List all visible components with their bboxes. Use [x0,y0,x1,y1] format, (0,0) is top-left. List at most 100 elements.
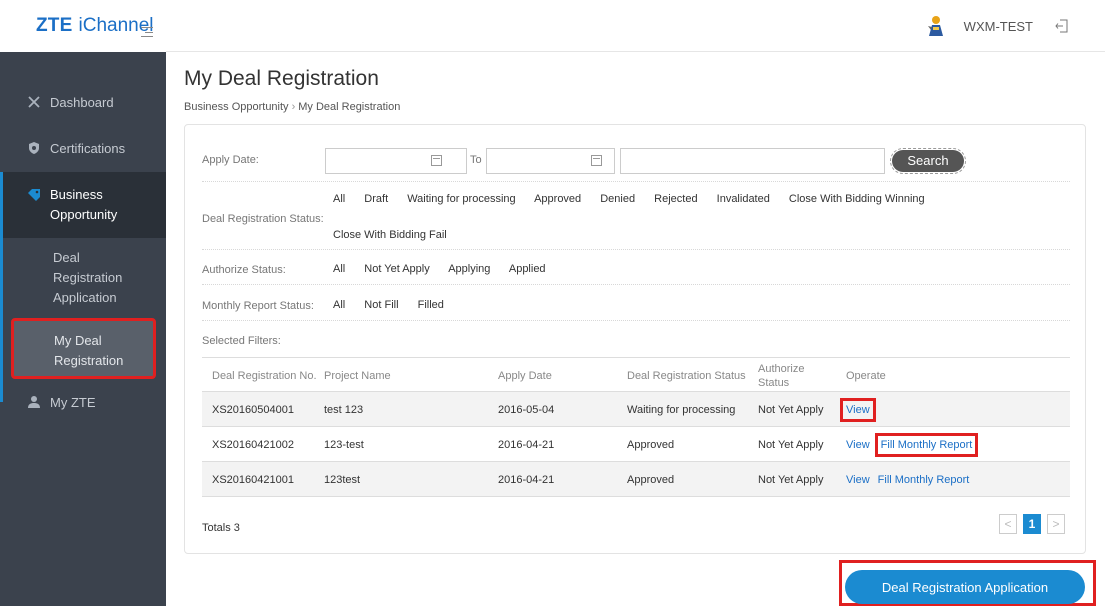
totals-count: Totals 3 [202,522,240,534]
calendar-icon[interactable] [431,155,442,166]
selected-filters-row: Selected Filters: [202,321,1070,357]
shield-icon [29,142,39,154]
apply-date-to-input[interactable] [486,148,615,174]
deal-registration-application-button[interactable]: Deal Registration Application [845,570,1085,604]
to-label: To [470,154,482,166]
sidebar-subitem-my-deal-registration[interactable]: My Deal Registration [11,318,156,379]
top-header: ZTE iChannel WXM-TEST [0,0,1105,52]
filter-option-applying[interactable]: Applying [448,263,490,275]
breadcrumb: Business Opportunity › My Deal Registratio… [184,101,400,113]
search-button[interactable]: Search [890,148,966,174]
sidebar-item-label: My ZTE [50,395,96,410]
prev-page-button[interactable]: < [999,514,1017,534]
breadcrumb-item[interactable]: Business Opportunity [184,101,289,113]
cell-authorize: Not Yet Apply [758,473,824,486]
authorize-status-label: Authorize Status: [202,264,286,276]
deal-status-label: Deal Registration Status: [202,213,324,225]
table-row: XS20160421001 123test 2016-04-21 Approve… [202,462,1070,497]
user-name[interactable]: WXM-TEST [964,19,1033,34]
cell-no: XS20160421002 [212,438,294,451]
filter-option-rejected[interactable]: Rejected [654,193,697,205]
selected-filters-label: Selected Filters: [202,335,281,347]
monthly-report-label: Monthly Report Status: [202,300,314,312]
breadcrumb-item: My Deal Registration [298,101,401,113]
cell-status: Approved [627,473,675,486]
cell-project: test 123 [324,403,364,416]
search-input[interactable] [620,148,885,174]
filter-option-applied[interactable]: Applied [509,263,546,275]
page-title: My Deal Registration [184,67,379,90]
filter-option-draft[interactable]: Draft [364,193,388,205]
filter-option-filled[interactable]: Filled [418,299,444,311]
filter-option-approved[interactable]: Approved [534,193,581,205]
user-icon [28,396,40,408]
deal-status-options-row2: Close With Bidding Fail [333,229,463,241]
sidebar-item-label: Certifications [50,141,126,156]
deal-status-options: All Draft Waiting for processing Approve… [333,193,941,205]
filter-option-denied[interactable]: Denied [600,193,635,205]
apply-date-from-input[interactable] [325,148,467,174]
cell-status: Approved [627,438,675,451]
sidebar-item-dashboard[interactable]: Dashboard [27,95,114,110]
cell-status: Waiting for processing [627,403,736,416]
sidebar-subitem-label: My Deal Registration [54,333,124,368]
fill-report-highlight: Fill Monthly Report [874,432,979,457]
view-link-highlight: View [840,397,876,422]
col-header-date: Apply Date [498,369,552,382]
filter-option-not-fill[interactable]: Not Fill [364,299,398,311]
view-link[interactable]: View [846,438,870,452]
apply-date-label: Apply Date: [202,154,259,166]
menu-toggle-icon[interactable] [141,27,153,37]
table-row: XS20160504001 test 123 2016-05-04 Waitin… [202,392,1070,427]
sidebar-item-my-zte[interactable]: My ZTE [27,395,96,410]
cell-no: XS20160504001 [212,403,294,416]
deal-registration-table: Deal Registration No. Project Name Apply… [202,357,1070,497]
logout-icon[interactable] [1055,19,1069,33]
cell-project: 123test [324,473,361,486]
sidebar-item-certifications[interactable]: Certifications [27,141,125,156]
sidebar: Dashboard Certifications Business Opport… [0,52,166,606]
cell-date: 2016-05-04 [498,403,555,416]
sidebar-subitem-label: Deal Registration Application [53,250,123,305]
filter-option-all[interactable]: All [333,299,345,311]
table-row: XS20160421002 123-test 2016-04-21 Approv… [202,427,1070,462]
pagination: < 1 > [999,514,1065,534]
cell-operate: View Fill Monthly Report [846,462,1066,497]
sidebar-item-label: Business Opportunity [50,187,118,222]
view-link[interactable]: View [846,473,870,487]
logo[interactable]: ZTE iChannel [0,0,166,52]
next-page-button[interactable]: > [1047,514,1065,534]
cell-no: XS20160421001 [212,473,294,486]
authorize-status-row: Authorize Status: All Not Yet Apply Appl… [202,250,1070,285]
cell-authorize: Not Yet Apply [758,438,824,451]
view-link[interactable]: View [846,404,870,416]
fill-monthly-report-link[interactable]: Fill Monthly Report [881,439,973,451]
fill-monthly-report-link[interactable]: Fill Monthly Report [878,473,970,487]
deal-status-row: Deal Registration Status: All Draft Wait… [202,182,1070,250]
sidebar-subitem-deal-registration-application[interactable]: Deal Registration Application [0,248,122,308]
apply-date-row: Apply Date: To Search [202,125,1070,182]
sidebar-item-business-opportunity[interactable]: Business Opportunity [0,172,166,238]
monthly-report-row: Monthly Report Status: All Not Fill Fill… [202,285,1070,321]
calendar-icon[interactable] [591,155,602,166]
tools-icon [28,96,40,108]
sidebar-item-label: Dashboard [50,95,114,110]
authorize-status-options: All Not Yet Apply Applying Applied [333,263,562,275]
filter-option-all[interactable]: All [333,263,345,275]
filter-option-all[interactable]: All [333,193,345,205]
filter-option-bidding-fail[interactable]: Close With Bidding Fail [333,229,447,241]
monthly-report-options: All Not Fill Filled [333,299,460,311]
filter-option-invalidated[interactable]: Invalidated [717,193,770,205]
filter-option-not-yet-apply[interactable]: Not Yet Apply [364,263,429,275]
filter-panel: Apply Date: To Search Deal Registration … [184,124,1086,554]
tag-icon [28,189,40,201]
filter-option-waiting[interactable]: Waiting for processing [407,193,515,205]
filter-option-bidding-winning[interactable]: Close With Bidding Winning [789,193,925,205]
breadcrumb-separator-icon: › [291,101,296,113]
user-avatar-icon[interactable] [926,14,946,38]
search-button-label: Search [892,150,964,172]
col-header-authorize: Authorize Status [758,362,805,389]
user-area: WXM-TEST [926,0,1105,52]
page-1-button[interactable]: 1 [1023,514,1041,534]
cell-authorize: Not Yet Apply [758,403,824,416]
